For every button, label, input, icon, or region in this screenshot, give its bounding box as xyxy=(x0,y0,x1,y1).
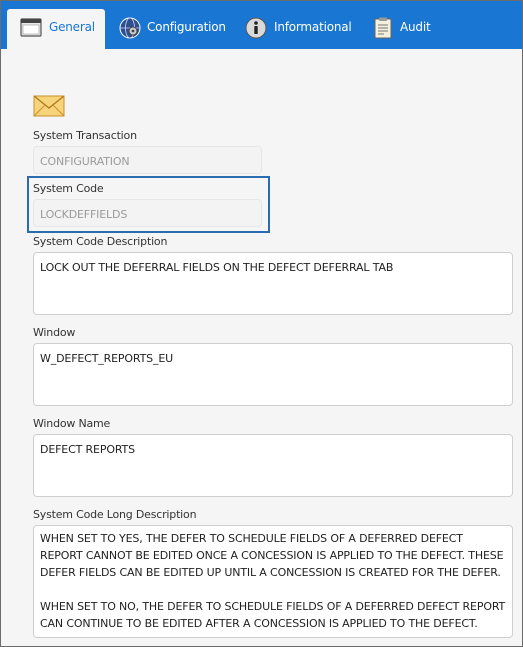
window-name-label: Window Name xyxy=(33,417,111,430)
tab-general-label: General xyxy=(49,20,95,34)
window-label: Window xyxy=(33,326,76,339)
clipboard-icon xyxy=(371,16,395,40)
system-transaction-field[interactable]: CONFIGURATION xyxy=(33,146,262,174)
tab-configuration-label: Configuration xyxy=(147,20,226,34)
info-icon xyxy=(244,16,268,40)
tab-informational-label: Informational xyxy=(274,20,352,34)
tab-configuration[interactable]: Configuration xyxy=(113,12,226,49)
tab-informational[interactable]: Informational xyxy=(241,12,361,49)
window-icon xyxy=(19,16,43,40)
tab-audit-label: Audit xyxy=(400,20,431,34)
tab-general[interactable]: General xyxy=(7,9,105,49)
tab-audit[interactable]: Audit xyxy=(369,12,449,49)
window-name-field[interactable]: DEFECT REPORTS xyxy=(33,434,513,497)
long-description-label: System Code Long Description xyxy=(33,508,197,521)
long-description-field[interactable]: WHEN SET TO YES, THE DEFER TO SCHEDULE F… xyxy=(33,525,513,638)
window-field[interactable]: W_DEFECT_REPORTS_EU xyxy=(33,343,513,406)
record-window: General Configuration Informational Audi… xyxy=(0,0,523,647)
long-description-paragraph-2: WHEN SET TO NO, THE DEFER TO SCHEDULE FI… xyxy=(40,600,506,630)
system-transaction-label: System Transaction xyxy=(33,129,137,142)
system-code-description-label: System Code Description xyxy=(33,235,168,248)
system-code-label: System Code xyxy=(33,182,104,195)
system-code-field[interactable]: LOCKDEFFIELDS xyxy=(33,199,262,227)
system-code-description-field[interactable]: LOCK OUT THE DEFERRAL FIELDS ON THE DEFE… xyxy=(33,252,513,315)
gear-globe-icon xyxy=(118,16,142,40)
long-description-paragraph-1: WHEN SET TO YES, THE DEFER TO SCHEDULE F… xyxy=(40,532,504,579)
tab-bar: General Configuration Informational Audi… xyxy=(1,1,522,49)
envelope-icon xyxy=(33,93,65,123)
